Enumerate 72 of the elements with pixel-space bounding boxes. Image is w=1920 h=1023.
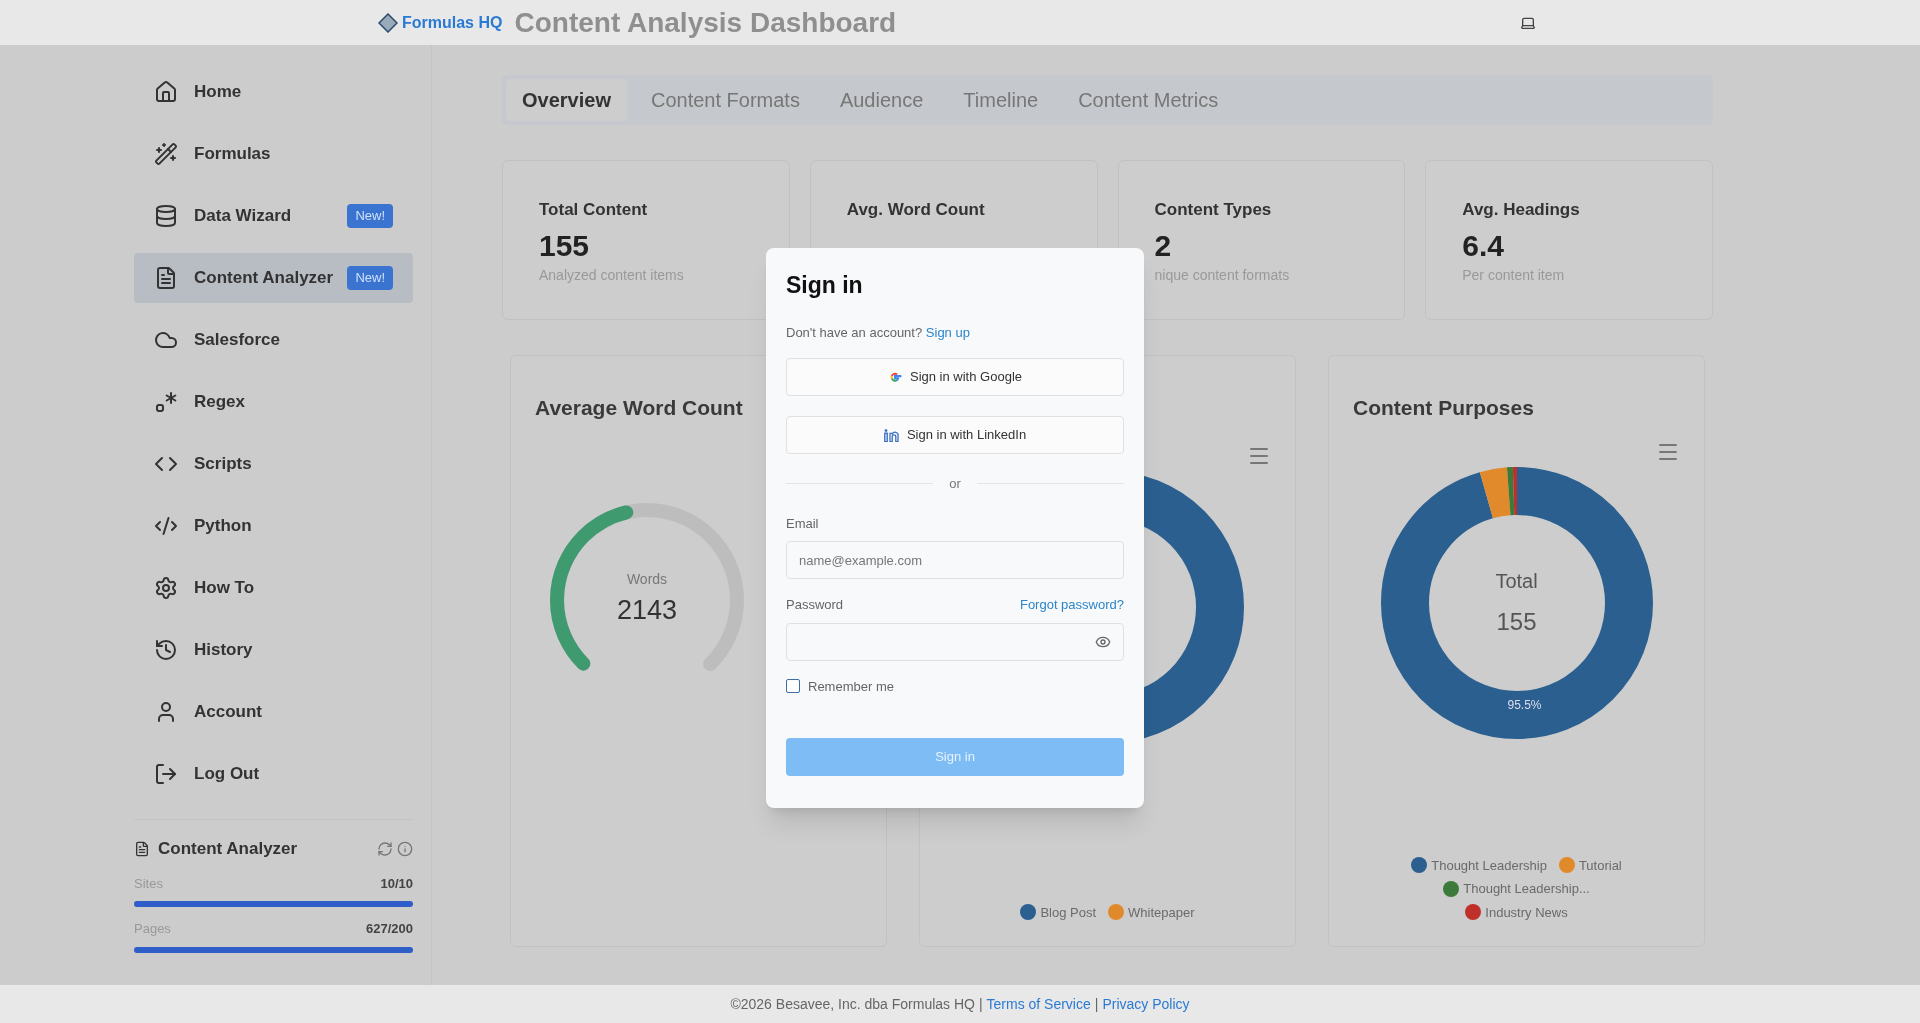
legend-label: Tutorial bbox=[1578, 856, 1622, 875]
tab[interactable]: Overview bbox=[506, 79, 627, 121]
signup-prompt: Don't have an account? bbox=[786, 324, 923, 340]
sidebar-item[interactable]: Regex bbox=[134, 377, 413, 427]
info-icon[interactable] bbox=[397, 840, 413, 857]
logout-icon bbox=[154, 762, 178, 786]
database-icon bbox=[154, 204, 178, 228]
magic-wand-icon bbox=[154, 142, 178, 166]
document-icon bbox=[154, 266, 178, 290]
divider-text: or bbox=[949, 475, 961, 493]
sidebar-item[interactable]: Salesforce bbox=[134, 315, 413, 365]
logo-text[interactable]: Formulas HQ bbox=[402, 10, 503, 35]
stat-value: 155 bbox=[539, 230, 591, 261]
password-field[interactable] bbox=[786, 622, 1124, 661]
sidebar-item[interactable]: Account bbox=[134, 687, 413, 737]
sidebar-item[interactable]: History bbox=[134, 625, 413, 675]
new-badge: New! bbox=[347, 204, 393, 228]
donut-center-value: 155 bbox=[1496, 606, 1537, 637]
sidebar-item[interactable]: How To bbox=[134, 563, 413, 613]
refresh-icon[interactable] bbox=[377, 840, 393, 857]
terms-link[interactable]: Terms of Service bbox=[986, 993, 1091, 1015]
home-icon bbox=[154, 80, 178, 104]
legend-label: Industry News bbox=[1485, 903, 1568, 922]
sidebar-item[interactable]: Scripts bbox=[134, 439, 413, 489]
chart-title: Average Word Count bbox=[534, 395, 744, 421]
meter-reading: 10/10 bbox=[380, 874, 413, 893]
stat-value: 6.4 bbox=[1462, 230, 1505, 261]
slice-label: 95.5% bbox=[1507, 696, 1542, 714]
password-label: Password bbox=[786, 596, 844, 614]
separator-text: | bbox=[1094, 994, 1099, 1014]
regex-icon bbox=[154, 390, 178, 414]
stat-label: Total Content bbox=[539, 199, 649, 221]
sidebar-item[interactable]: Formulas bbox=[134, 129, 413, 179]
settings-icon bbox=[154, 576, 178, 600]
code-slash-icon bbox=[154, 514, 178, 538]
forgot-password-link[interactable]: Forgot password? bbox=[1019, 595, 1124, 615]
dialog-title: Sign in bbox=[786, 271, 864, 300]
google-logo-icon bbox=[888, 370, 902, 384]
gauge-caption: Words bbox=[626, 569, 668, 589]
donut-center-label: Total bbox=[1495, 568, 1538, 594]
sidebar-item[interactable]: Log Out bbox=[134, 749, 413, 799]
sidebar-item[interactable]: Python bbox=[134, 501, 413, 551]
legend-label: Whitepaper bbox=[1128, 903, 1195, 922]
diamond-logo-icon bbox=[378, 12, 398, 33]
stat-label: Avg. Headings bbox=[1462, 199, 1581, 221]
page-title: Content Analysis Dashboard bbox=[514, 5, 897, 40]
legend-label: Blog Post bbox=[1040, 903, 1097, 922]
remember-checkbox[interactable] bbox=[786, 679, 800, 694]
sidebar-item[interactable]: Data Wizard New! bbox=[134, 191, 413, 241]
linkedin-sign-in-button[interactable]: Sign in with LinkedIn bbox=[786, 416, 1124, 454]
chart-title: Content Purposes bbox=[1352, 395, 1535, 421]
gauge-value: 2143 bbox=[616, 593, 678, 627]
new-badge: New! bbox=[347, 266, 393, 290]
legend-label: Thought Leadership... bbox=[1463, 880, 1590, 898]
document-icon bbox=[134, 840, 150, 857]
sidebar-item[interactable]: Content Analyzer New! bbox=[134, 253, 413, 303]
stat-value: 2 bbox=[1154, 230, 1173, 261]
usage-title: Content Analyzer bbox=[158, 838, 298, 860]
stat-label: Content Types bbox=[1154, 199, 1273, 221]
history-icon bbox=[154, 638, 178, 662]
email-label: Email bbox=[786, 514, 820, 533]
email-field[interactable]: name@example.com bbox=[786, 541, 1124, 579]
legend-label: Thought Leadership bbox=[1431, 856, 1547, 875]
copyright-text: ©2026 Besavee, Inc. dba Formulas HQ | bbox=[730, 994, 983, 1014]
google-sign-in-button[interactable]: Sign in with Google bbox=[786, 358, 1124, 396]
remember-label: Remember me bbox=[808, 677, 894, 696]
meter-reading: 627/200 bbox=[366, 920, 413, 938]
linkedin-logo-icon bbox=[883, 428, 899, 442]
sidebar-item[interactable]: Home bbox=[134, 67, 413, 117]
signup-link[interactable]: Sign up bbox=[925, 324, 970, 340]
stat-label: Avg. Word Count bbox=[846, 199, 986, 221]
privacy-link[interactable]: Privacy Policy bbox=[1102, 993, 1190, 1015]
